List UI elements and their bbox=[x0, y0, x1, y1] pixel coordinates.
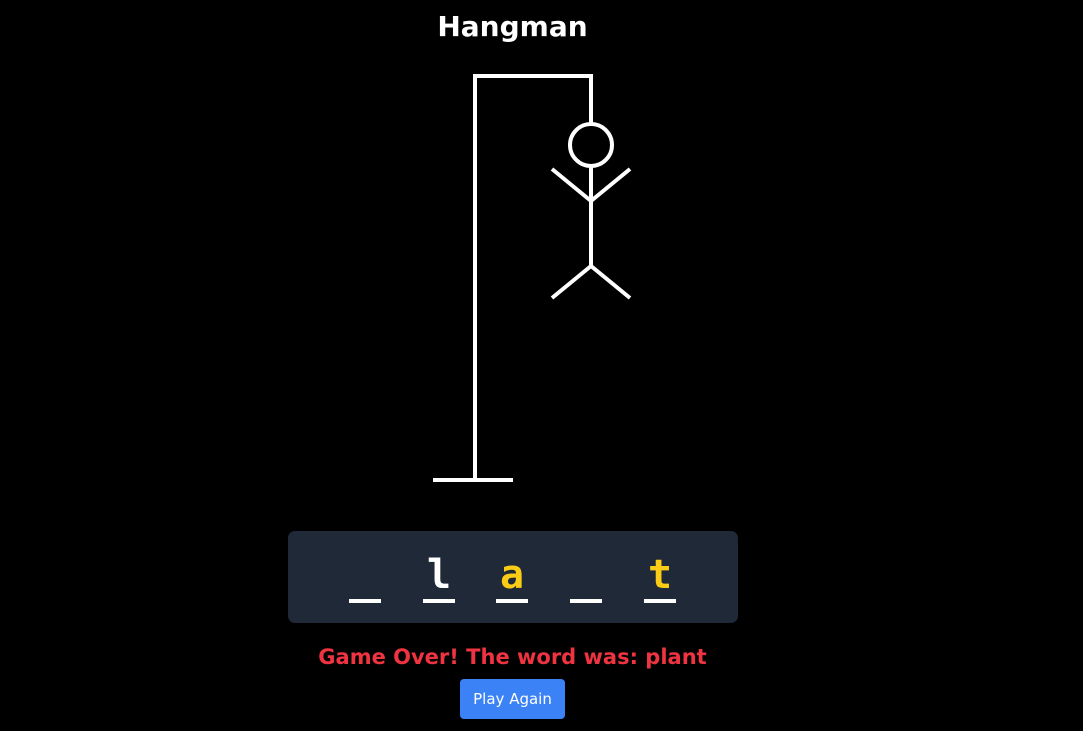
hangman-left-leg bbox=[550, 264, 593, 300]
hangman-right-leg bbox=[589, 264, 632, 300]
hangman-head bbox=[568, 122, 614, 168]
letter-slot: l bbox=[423, 551, 455, 603]
letter-slot bbox=[570, 551, 602, 603]
hangman-page: Hangman l a t Game Over! The word was: p… bbox=[0, 0, 1083, 731]
gallows-drawing bbox=[433, 74, 632, 482]
play-again-button[interactable]: Play Again bbox=[460, 679, 565, 719]
letter-slot: a bbox=[496, 551, 528, 603]
word-display: l a t bbox=[288, 531, 738, 623]
game-over-message: Game Over! The word was: plant bbox=[318, 645, 707, 669]
hangman-right-arm bbox=[589, 167, 632, 203]
letter-slot bbox=[349, 551, 381, 603]
hangman-left-arm bbox=[550, 167, 593, 203]
letter-slot: t bbox=[644, 551, 676, 603]
